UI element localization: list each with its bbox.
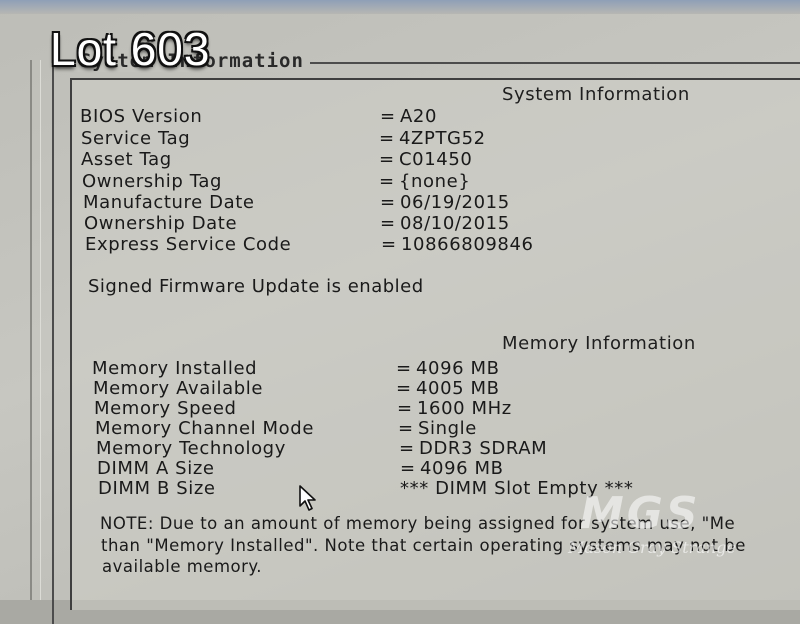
row-memory-available: Memory Available = 4005 MB: [93, 378, 500, 399]
row-dimm-b-size: DIMM B Size *** DIMM Slot Empty ***: [98, 478, 633, 499]
auction-watermark: MGS Mason Gray Strange: [568, 488, 780, 560]
row-value: 4096 MB: [416, 358, 500, 379]
row-label: Ownership Tag: [82, 171, 222, 192]
bios-screen: System Information System Information BI…: [0, 0, 800, 624]
row-memory-installed: Memory Installed = 4096 MB: [92, 358, 500, 379]
window-top-strip: [0, 0, 800, 14]
row-label: Memory Speed: [94, 398, 237, 419]
row-label: Service Tag: [81, 128, 191, 149]
row-ownership-tag: Ownership Tag = {none}: [82, 171, 470, 192]
row-dimm-a-size: DIMM A Size = 4096 MB: [97, 458, 504, 479]
row-express-service-code: Express Service Code = 10866809846: [85, 234, 534, 255]
mouse-pointer-icon: [299, 485, 316, 511]
row-label: Express Service Code: [85, 234, 292, 255]
row-value: 08/10/2015: [400, 213, 510, 234]
row-label: Ownership Date: [84, 213, 238, 234]
row-value: DDR3 SDRAM: [419, 438, 548, 459]
watermark-text: Mason Gray Strange: [568, 538, 736, 557]
system-information-heading: System Information: [502, 84, 690, 105]
row-label: Memory Technology: [96, 438, 286, 459]
row-label: Asset Tag: [81, 149, 172, 170]
row-value: 4005 MB: [416, 378, 500, 399]
lot-number-label: Lot 603: [50, 23, 211, 75]
equals-sign: =: [381, 234, 397, 255]
row-manufacture-date: Manufacture Date = 06/19/2015: [83, 192, 510, 213]
equals-sign: =: [396, 358, 412, 379]
equals-sign: =: [400, 458, 416, 479]
row-value: 10866809846: [401, 234, 534, 255]
row-label: Manufacture Date: [83, 192, 255, 213]
row-service-tag: Service Tag = 4ZPTG52: [81, 128, 486, 149]
row-memory-technology: Memory Technology = DDR3 SDRAM: [96, 438, 547, 459]
mgs-logo: MGS: [580, 488, 701, 539]
row-value: 1600 MHz: [417, 398, 512, 419]
row-value: Single: [418, 418, 477, 439]
equals-sign: =: [380, 192, 396, 213]
memory-note-line: available memory.: [102, 557, 263, 576]
row-value: 4096 MB: [420, 458, 504, 479]
row-value: {none}: [399, 171, 471, 192]
row-label: DIMM B Size: [98, 478, 216, 499]
row-label: Memory Installed: [92, 358, 258, 379]
memory-information-heading: Memory Information: [502, 333, 696, 354]
row-value: A20: [400, 106, 438, 127]
row-value: C01450: [399, 149, 473, 170]
equals-sign: =: [379, 128, 395, 149]
left-panel-bevel: [30, 60, 41, 600]
row-memory-speed: Memory Speed = 1600 MHz: [94, 398, 512, 419]
row-ownership-date: Ownership Date = 08/10/2015: [84, 213, 510, 234]
equals-sign: =: [397, 398, 413, 419]
row-label: BIOS Version: [80, 106, 203, 127]
row-label: Memory Available: [93, 378, 264, 399]
equals-sign: =: [396, 378, 412, 399]
equals-sign: =: [399, 438, 415, 459]
row-label: DIMM A Size: [97, 458, 215, 479]
row-value: 4ZPTG52: [399, 128, 486, 149]
row-label: Memory Channel Mode: [95, 418, 314, 439]
row-value: 06/19/2015: [400, 192, 510, 213]
equals-sign: =: [379, 171, 395, 192]
firmware-update-status: Signed Firmware Update is enabled: [88, 276, 424, 297]
equals-sign: =: [380, 213, 396, 234]
row-memory-channel-mode: Memory Channel Mode = Single: [95, 418, 477, 439]
row-bios-version: BIOS Version = A20: [80, 106, 437, 127]
equals-sign: =: [398, 418, 414, 439]
equals-sign: =: [379, 149, 395, 170]
equals-sign: =: [380, 106, 396, 127]
row-asset-tag: Asset Tag = C01450: [81, 149, 472, 170]
